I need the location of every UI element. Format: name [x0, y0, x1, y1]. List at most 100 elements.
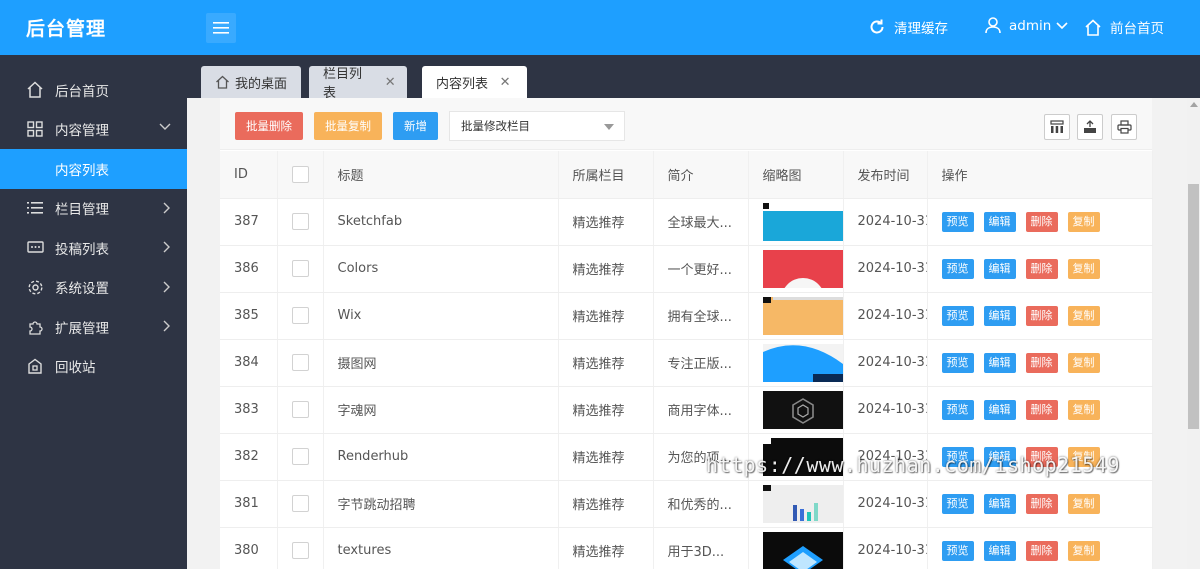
copy-button[interactable]: 复制: [1067, 305, 1100, 326]
copy-button[interactable]: 复制: [1067, 540, 1100, 561]
preview-button[interactable]: 预览: [941, 540, 974, 561]
column-header-publish-time[interactable]: 发布时间: [843, 151, 928, 199]
clear-cache-button[interactable]: 清理缓存: [868, 17, 948, 37]
edit-button[interactable]: 编辑: [983, 399, 1016, 420]
select-all-checkbox[interactable]: [291, 165, 309, 183]
preview-button[interactable]: 预览: [941, 211, 974, 232]
frontend-home-link[interactable]: 前台首页: [1084, 17, 1164, 37]
page-scrollbar[interactable]: [1187, 98, 1200, 569]
row-thumbnail-cell: [748, 292, 844, 340]
chevron-right-icon: [163, 202, 170, 213]
copy-button[interactable]: 复制: [1067, 399, 1100, 420]
edit-button[interactable]: 编辑: [983, 446, 1016, 467]
export-button[interactable]: [1077, 114, 1103, 140]
preview-button[interactable]: 预览: [941, 305, 974, 326]
table-row[interactable]: 380 textures 精选推荐 用于3D... 2024-10-31 预览 编辑 删除 复制: [220, 527, 1153, 569]
copy-button[interactable]: 复制: [1067, 493, 1100, 514]
delete-button[interactable]: 删除: [1025, 211, 1058, 232]
table-row[interactable]: 382 Renderhub 精选推荐 为您的项... 2024-10-31 预览 编辑 删除复…: [220, 433, 1153, 481]
sidebar-item-extensions[interactable]: 扩展管理: [0, 307, 187, 347]
sidebar-item-system-settings[interactable]: 系统设置: [0, 268, 187, 308]
row-column: 精选推荐: [558, 198, 654, 246]
preview-button[interactable]: 预览: [941, 493, 974, 514]
column-header-title[interactable]: 标题: [323, 151, 559, 199]
sidebar-item-submissions[interactable]: 投稿列表: [0, 228, 187, 268]
batch-edit-column-select[interactable]: 批量修改栏目: [449, 111, 625, 141]
row-id: 383: [220, 386, 278, 434]
preview-button[interactable]: 预览: [941, 399, 974, 420]
copy-button[interactable]: 复制: [1067, 211, 1100, 232]
delete-button[interactable]: 删除: [1025, 258, 1058, 279]
column-header-id[interactable]: ID: [220, 151, 278, 199]
delete-button[interactable]: 删除: [1025, 540, 1058, 561]
home-icon: [1085, 18, 1101, 36]
table-row[interactable]: 385 Wix 精选推荐 拥有全球... 2024-10-31 预览 编辑 删除 复制: [220, 292, 1153, 340]
edit-button[interactable]: 编辑: [983, 258, 1016, 279]
row-select-cell: [277, 339, 324, 387]
row-select-cell: [277, 433, 324, 481]
close-icon[interactable]: ✕: [498, 75, 512, 90]
row-select-cell: [277, 480, 324, 528]
edit-button[interactable]: 编辑: [983, 493, 1016, 514]
delete-button[interactable]: 删除: [1025, 399, 1058, 420]
row-checkbox[interactable]: [291, 354, 309, 371]
columns-filter-button[interactable]: [1044, 114, 1070, 140]
tab-column-list[interactable]: 栏目列表 ✕: [309, 66, 407, 101]
edit-button[interactable]: 编辑: [983, 305, 1016, 326]
column-header-summary[interactable]: 简介: [653, 151, 749, 199]
sidebar-item-dashboard[interactable]: 后台首页: [0, 70, 187, 110]
tab-content-list[interactable]: 内容列表 ✕: [422, 66, 527, 98]
copy-button[interactable]: 复制: [1067, 446, 1100, 467]
row-actions: 预览 编辑 删除 复制: [927, 527, 1153, 569]
preview-button[interactable]: 预览: [941, 446, 974, 467]
table-row[interactable]: 383 字魂网 精选推荐 商用字体... 2024-10-31 预览 编辑 删除 复制: [220, 386, 1153, 434]
edit-button[interactable]: 编辑: [983, 352, 1016, 373]
edit-button[interactable]: 编辑: [983, 540, 1016, 561]
add-button[interactable]: 新增: [393, 112, 438, 140]
column-header-thumbnail[interactable]: 缩略图: [748, 151, 844, 199]
row-checkbox[interactable]: [291, 448, 309, 465]
user-menu[interactable]: admin: [985, 17, 1068, 34]
batch-copy-button[interactable]: 批量复制: [314, 112, 382, 140]
edit-button[interactable]: 编辑: [983, 211, 1016, 232]
preview-button[interactable]: 预览: [941, 258, 974, 279]
list-icon: [26, 199, 44, 217]
delete-button[interactable]: 删除: [1025, 446, 1058, 467]
column-header-column[interactable]: 所属栏目: [558, 151, 654, 199]
row-checkbox[interactable]: [291, 542, 309, 559]
tab-my-desktop[interactable]: 我的桌面: [201, 66, 301, 98]
frontend-home-label: 前台首页: [1110, 21, 1164, 37]
row-thumbnail-cell: [748, 527, 844, 569]
table-row[interactable]: 384 摄图网 精选推荐 专注正版... 2024-10-31 预览 编辑 删除 复制: [220, 339, 1153, 387]
batch-delete-button[interactable]: 批量删除: [235, 112, 303, 140]
row-checkbox[interactable]: [291, 495, 309, 512]
sidebar-item-content-list[interactable]: 内容列表: [0, 149, 187, 189]
row-checkbox[interactable]: [291, 213, 309, 230]
delete-button[interactable]: 删除: [1025, 352, 1058, 373]
sidebar-item-recycle-bin[interactable]: 回收站: [0, 347, 187, 387]
table-row[interactable]: 386 Colors 精选推荐 一个更好... 2024-10-31 预览 编辑 删除 复制: [220, 245, 1153, 293]
menu-toggle-button[interactable]: [206, 13, 236, 43]
row-select-cell: [277, 245, 324, 293]
row-thumbnail-cell: [748, 245, 844, 293]
delete-button[interactable]: 删除: [1025, 305, 1058, 326]
scroll-up-icon[interactable]: [1190, 102, 1198, 107]
delete-button[interactable]: 删除: [1025, 493, 1058, 514]
table-row[interactable]: 387 Sketchfab 精选推荐 全球最大... 2024-10-31 预览 编辑 删除复…: [220, 198, 1153, 246]
sidebar-item-column-management[interactable]: 栏目管理: [0, 189, 187, 229]
row-summary: 全球最大...: [653, 198, 749, 246]
row-publish-time: 2024-10-31: [843, 292, 928, 340]
row-actions: 预览 编辑 删除 复制: [927, 339, 1153, 387]
row-checkbox[interactable]: [291, 307, 309, 324]
table-row[interactable]: 381 字节跳动招聘 精选推荐 和优秀的... 2024-10-31 预览 编辑 删除 复制: [220, 480, 1153, 528]
row-column: 精选推荐: [558, 527, 654, 569]
copy-button[interactable]: 复制: [1067, 352, 1100, 373]
print-button[interactable]: [1111, 114, 1137, 140]
close-icon[interactable]: ✕: [383, 75, 397, 90]
copy-button[interactable]: 复制: [1067, 258, 1100, 279]
sidebar-item-content-management[interactable]: 内容管理: [0, 110, 187, 150]
preview-button[interactable]: 预览: [941, 352, 974, 373]
row-checkbox[interactable]: [291, 401, 309, 418]
scrollbar-thumb[interactable]: [1188, 184, 1199, 429]
row-checkbox[interactable]: [291, 260, 309, 277]
